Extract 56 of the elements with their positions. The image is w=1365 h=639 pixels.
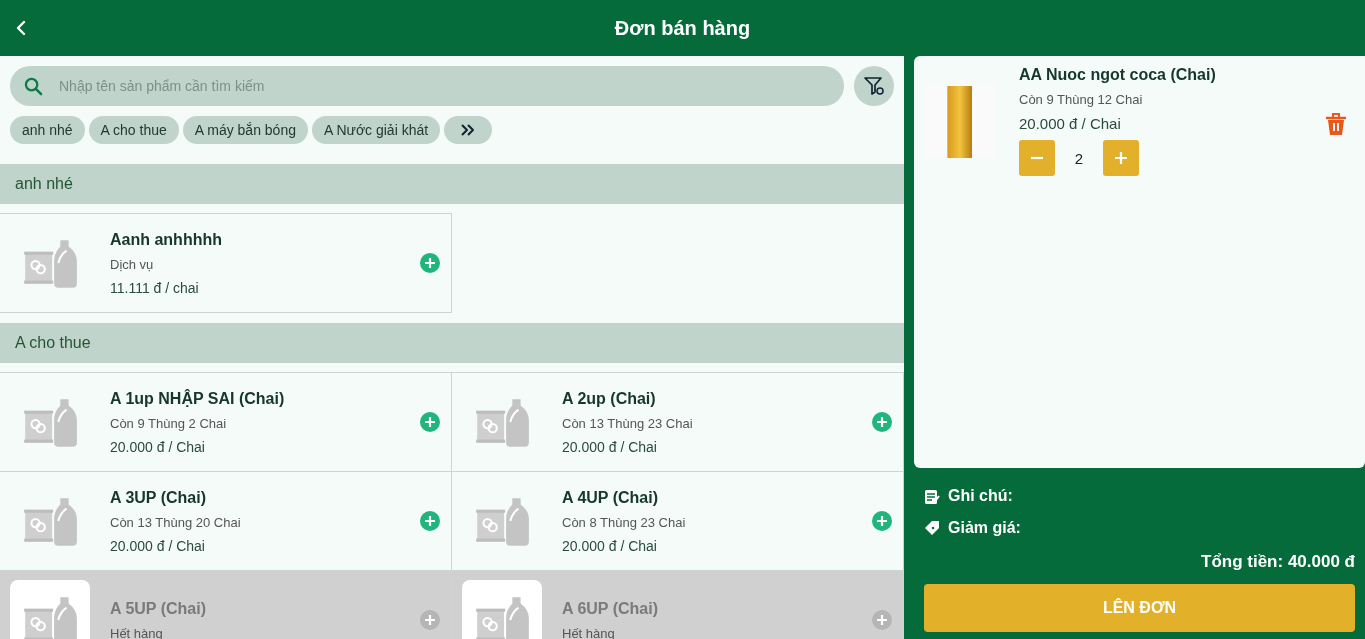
product-placeholder-icon: [10, 580, 90, 639]
product-price: 20.000 đ / Chai: [110, 537, 206, 554]
product-stock: Còn 13 Thùng 20 Chai: [110, 514, 242, 530]
product-price: 11.111 đ / chai: [110, 279, 200, 296]
category-chip[interactable]: A máy bắn bóng: [182, 116, 308, 144]
cart-item-name: AA Nuoc ngot coca (Chai): [1019, 66, 1217, 84]
product-stock: Còn 13 Thùng 23 Chai: [562, 415, 694, 431]
filter-button[interactable]: [854, 66, 894, 106]
can-photo-placeholder: [924, 86, 996, 158]
notepad-icon: [924, 488, 940, 504]
trash-icon[interactable]: [1325, 112, 1347, 136]
product-placeholder-icon: [462, 580, 542, 639]
filter-icon: [863, 75, 885, 97]
product-stock: Còn 8 Thùng 23 Chai: [562, 514, 687, 530]
increase-button[interactable]: [1103, 140, 1139, 176]
product-name: A 2up (Chai): [562, 389, 657, 408]
note-label[interactable]: Ghi chú:: [948, 487, 1013, 505]
product-name: Aanh anhhhhh: [110, 230, 223, 249]
add-icon[interactable]: [420, 610, 440, 630]
product-name: A 1up NHẬP SAI (Chai): [110, 389, 286, 408]
product-card[interactable]: A 2up (Chai) Còn 13 Thùng 23 Chai 20.000 đ / Chai: [451, 372, 904, 472]
cart-item-stock: Còn 9 Thùng 12 Chai: [1019, 92, 1144, 107]
product-stock: Còn 9 Thùng 2 Chai: [110, 415, 228, 431]
discount-label[interactable]: Giảm giá:: [948, 519, 1021, 537]
product-name: A 4UP (Chai): [562, 488, 659, 507]
category-chip[interactable]: A cho thue: [88, 116, 179, 144]
tag-icon: [924, 520, 940, 536]
add-icon[interactable]: [872, 412, 892, 432]
category-chip[interactable]: A Nước giải khát: [311, 116, 441, 144]
product-card[interactable]: Aanh anhhhhh Dịch vụ 11.111 đ / chai: [0, 213, 452, 313]
add-icon[interactable]: [420, 511, 440, 531]
total-amount: Tổng tiền: 40.000 đ: [1201, 552, 1355, 572]
product-price: 20.000 đ / Chai: [562, 537, 658, 554]
more-categories-button[interactable]: [444, 116, 493, 144]
product-name: A 3UP (Chai): [110, 488, 207, 507]
cart-item-price: 20.000 đ / Chai: [1019, 115, 1122, 132]
product-name: A 6UP (Chai): [562, 599, 659, 618]
search-field[interactable]: Nhập tên sản phẩm cần tìm kiếm: [57, 77, 830, 95]
decrease-button[interactable]: [1019, 140, 1055, 176]
product-price: 20.000 đ / Chai: [110, 438, 206, 455]
add-icon[interactable]: [420, 253, 440, 273]
product-price: 20.000 đ / Chai: [562, 438, 658, 455]
double-chevron-icon: [460, 124, 477, 136]
plus-icon: [1113, 150, 1129, 166]
add-icon[interactable]: [420, 412, 440, 432]
search-icon: [24, 76, 43, 96]
add-icon[interactable]: [872, 511, 892, 531]
section-header: A cho thue: [0, 323, 904, 363]
product-stock: Dịch vụ: [110, 256, 155, 272]
add-icon[interactable]: [872, 610, 892, 630]
section-header: anh nhé: [0, 164, 904, 204]
category-chip[interactable]: anh nhé: [10, 116, 85, 144]
quantity-field[interactable]: 2: [1055, 149, 1103, 167]
search-bar[interactable]: Nhập tên sản phẩm cần tìm kiếm: [10, 66, 844, 106]
product-name: A 5UP (Chai): [110, 599, 207, 618]
page-title: Đơn bán hàng: [614, 16, 751, 40]
